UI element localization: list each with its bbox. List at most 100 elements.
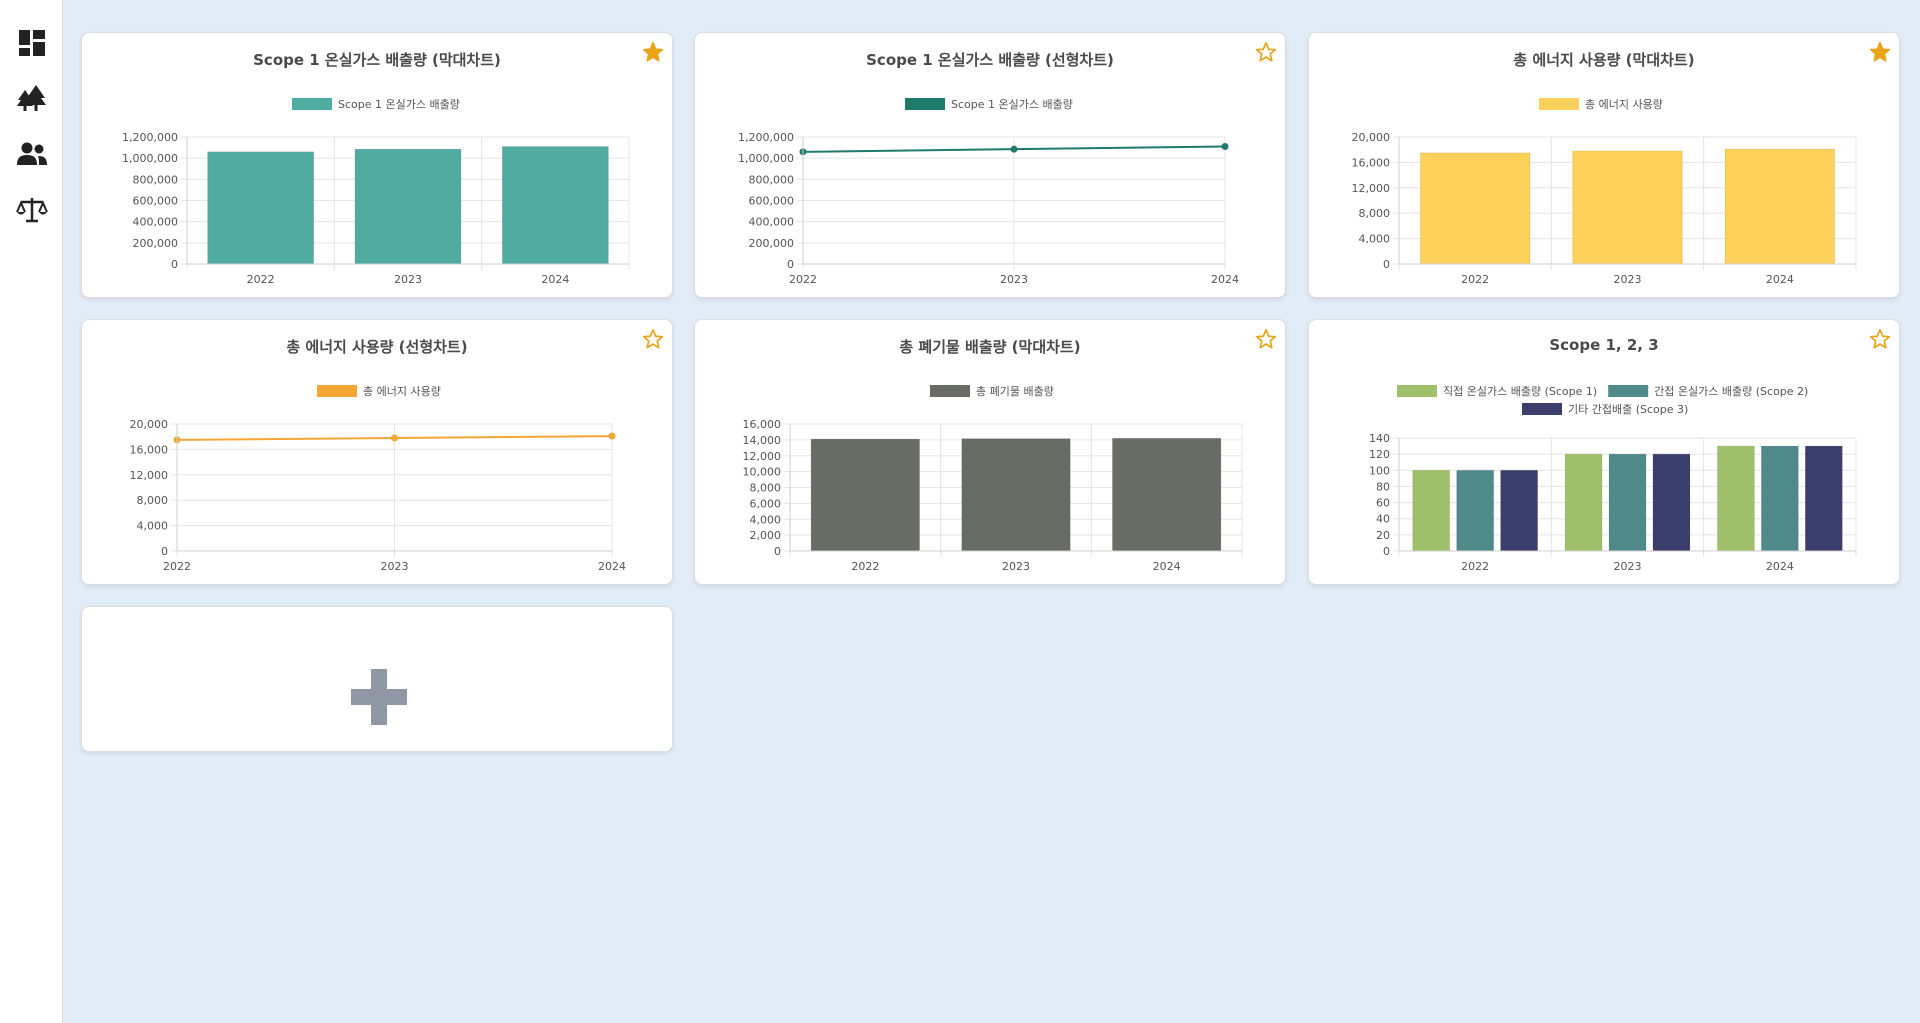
y-tick-label: 6,000 <box>750 497 782 510</box>
data-point <box>608 432 616 440</box>
sidebar <box>0 0 63 1023</box>
x-tick-label: 2024 <box>1766 560 1794 573</box>
data-point <box>1221 143 1229 151</box>
users-icon[interactable] <box>16 138 48 170</box>
legend-label: 총 에너지 사용량 <box>363 385 441 398</box>
data-point <box>391 434 398 442</box>
y-tick-label: 8,000 <box>1359 207 1391 220</box>
y-tick-label: 16,000 <box>743 418 782 431</box>
y-tick-label: 4,000 <box>137 520 169 533</box>
x-tick-label: 2022 <box>789 273 817 286</box>
bar <box>1724 148 1836 265</box>
y-tick-label: 12,000 <box>130 469 169 482</box>
chart: 총 에너지 사용량 0 4,000 8,000 12,000 16,000 20,000 20… <box>1352 98 1857 286</box>
y-tick-label: 4,000 <box>750 513 782 526</box>
y-tick-label: 60 <box>1376 497 1390 510</box>
bar <box>207 151 315 265</box>
bar <box>354 148 462 265</box>
bar <box>1760 445 1799 552</box>
y-tick-label: 1,200,000 <box>738 131 794 144</box>
y-tick-label: 16,000 <box>130 443 169 456</box>
y-tick-label: 100 <box>1369 464 1390 477</box>
y-tick-label: 800,000 <box>749 173 795 186</box>
bar <box>1111 437 1222 552</box>
x-tick-label: 2024 <box>1153 560 1181 573</box>
bar <box>1564 453 1603 552</box>
y-tick-label: 1,000,000 <box>122 152 178 165</box>
chart: Scope 1 온실가스 배출량 0 200,000 400,000 600,000 80… <box>122 98 630 286</box>
legend-swatch <box>930 385 970 397</box>
bar <box>1500 469 1539 552</box>
x-tick-label: 2024 <box>541 273 569 286</box>
y-tick-label: 1,000,000 <box>738 152 794 165</box>
y-tick-label: 16,000 <box>1352 156 1391 169</box>
legend-label: Scope 1 온실가스 배출량 <box>338 98 460 111</box>
x-tick-label: 2022 <box>851 560 879 573</box>
y-tick-label: 200,000 <box>133 237 179 250</box>
x-tick-label: 2023 <box>1614 560 1642 573</box>
chart: 직접 온실가스 배출량 (Scope 1) 간접 온실가스 배출량 (Scope … <box>1369 385 1857 573</box>
y-tick-label: 20,000 <box>130 418 169 431</box>
chart-card: Scope 1, 2, 3 직접 온실가스 배출량 (Scope 1) 간접 온실… <box>1308 319 1900 585</box>
bar <box>1716 445 1755 552</box>
chart-card: 총 에너지 사용량 (선형차트) 총 에너지 사용량 0 4,000 8,000 12,… <box>81 319 673 585</box>
chart-card: Scope 1 온실가스 배출량 (막대차트) Scope 1 온실가스 배출량… <box>81 32 673 298</box>
chart-card: 총 에너지 사용량 (막대차트) 총 에너지 사용량 0 4,000 8,000 12,… <box>1308 32 1900 298</box>
x-tick-label: 2022 <box>1461 560 1489 573</box>
y-tick-label: 140 <box>1369 432 1390 445</box>
x-tick-label: 2024 <box>1211 273 1239 286</box>
legend-label: Scope 1 온실가스 배출량 <box>951 98 1073 111</box>
y-tick-label: 14,000 <box>743 434 782 447</box>
y-tick-label: 8,000 <box>750 482 782 495</box>
bar <box>1608 453 1647 552</box>
bar <box>1456 469 1495 552</box>
add-chart-button[interactable] <box>81 606 673 752</box>
trees-icon[interactable] <box>16 82 48 114</box>
chart-card: Scope 1 온실가스 배출량 (선형차트) Scope 1 온실가스 배출량… <box>694 32 1286 298</box>
chart: Scope 1 온실가스 배출량 0 200,000 400,000 600,000 80… <box>738 98 1239 286</box>
y-tick-label: 0 <box>1383 545 1390 558</box>
y-tick-label: 0 <box>787 258 794 271</box>
dashboard-icon[interactable] <box>16 27 48 59</box>
x-tick-label: 2023 <box>394 273 422 286</box>
x-tick-label: 2022 <box>247 273 275 286</box>
y-tick-label: 400,000 <box>133 216 179 229</box>
bar <box>1804 445 1843 552</box>
bar <box>810 438 921 552</box>
y-tick-label: 0 <box>171 258 178 271</box>
y-tick-label: 600,000 <box>133 195 179 208</box>
x-tick-label: 2023 <box>1000 273 1028 286</box>
x-tick-label: 2023 <box>1614 273 1642 286</box>
bar <box>501 146 609 265</box>
y-tick-label: 120 <box>1369 448 1390 461</box>
chart-card: 총 폐기물 배출량 (막대차트) 총 폐기물 배출량 0 2,000 4,000 6,0… <box>694 319 1286 585</box>
legend-label: 기타 간접배출 (Scope 3) <box>1568 403 1688 416</box>
legend-label: 총 에너지 사용량 <box>1585 98 1663 111</box>
y-tick-label: 1,200,000 <box>122 131 178 144</box>
scale-icon[interactable] <box>16 194 48 226</box>
x-tick-label: 2024 <box>1766 273 1794 286</box>
y-tick-label: 80 <box>1376 480 1390 493</box>
data-point <box>1010 145 1018 153</box>
legend-swatch <box>1608 385 1649 397</box>
x-tick-label: 2023 <box>1002 560 1030 573</box>
chart: 총 에너지 사용량 0 4,000 8,000 12,000 16,000 20,000 20… <box>130 385 626 573</box>
y-tick-label: 0 <box>161 545 168 558</box>
y-tick-label: 0 <box>1383 258 1390 271</box>
bar <box>961 438 1071 552</box>
legend-label: 직접 온실가스 배출량 (Scope 1) <box>1443 385 1597 398</box>
x-tick-label: 2024 <box>598 560 626 573</box>
bar <box>1652 453 1691 552</box>
legend-swatch <box>1397 385 1437 397</box>
y-tick-label: 20,000 <box>1352 131 1391 144</box>
x-tick-label: 2022 <box>163 560 191 573</box>
y-tick-label: 12,000 <box>743 450 782 463</box>
y-tick-label: 600,000 <box>749 195 795 208</box>
y-tick-label: 2,000 <box>750 529 782 542</box>
legend-swatch <box>905 98 945 110</box>
y-tick-label: 8,000 <box>137 494 169 507</box>
y-tick-label: 20 <box>1376 529 1390 542</box>
legend-swatch <box>317 385 357 397</box>
y-tick-label: 400,000 <box>749 216 795 229</box>
legend-label: 간접 온실가스 배출량 (Scope 2) <box>1654 385 1808 398</box>
